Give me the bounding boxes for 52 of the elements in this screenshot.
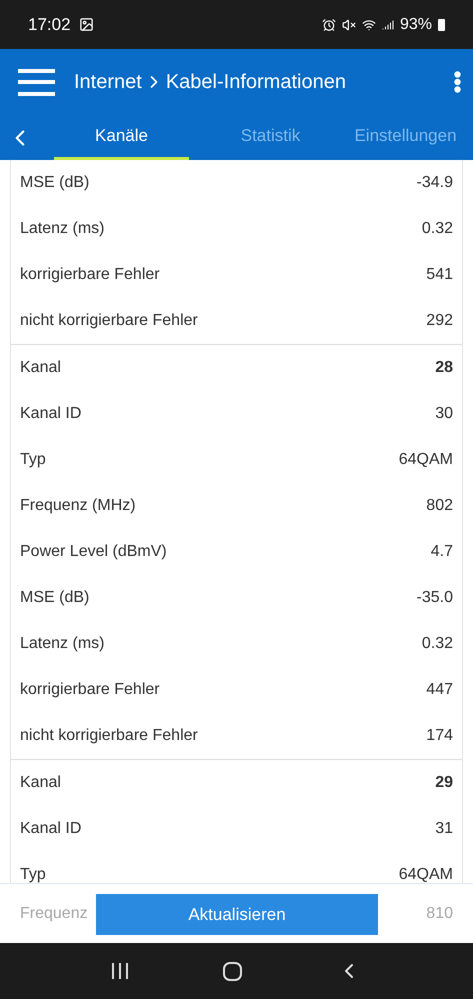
page-title: Kabel-Informationen	[166, 70, 346, 95]
row-label: nicht korrigierbare Fehler	[20, 311, 198, 331]
row-label: Latenz (ms)	[20, 634, 104, 654]
menu-button[interactable]	[18, 68, 55, 96]
row-value: 30	[435, 404, 453, 424]
battery-level: 93%	[400, 14, 432, 34]
clock: 17:02	[28, 14, 71, 36]
battery-icon	[438, 18, 445, 30]
row-label: MSE (dB)	[20, 588, 90, 608]
row-value: 541	[426, 265, 453, 285]
image-icon	[78, 17, 94, 32]
refresh-button[interactable]: Aktualisieren	[96, 894, 378, 935]
tab[interactable]: Einstellungen	[338, 115, 473, 160]
row-value: -34.9	[416, 173, 453, 193]
row-value: 447	[426, 680, 453, 700]
row-value: 292	[426, 311, 453, 331]
alarm-icon	[322, 18, 336, 32]
row-label: Kanal	[20, 358, 61, 378]
row-label: Kanal	[20, 773, 61, 793]
row-label: MSE (dB)	[20, 173, 90, 193]
row-label: nicht korrigierbare Fehler	[20, 726, 198, 746]
more-button[interactable]	[454, 71, 461, 93]
recents-button[interactable]	[112, 963, 128, 979]
mute-icon	[342, 18, 356, 32]
tab[interactable]: Kanäle	[54, 115, 189, 160]
row-label: Power Level (dBmV)	[20, 542, 167, 562]
home-button[interactable]	[222, 962, 242, 980]
more-icon	[454, 71, 461, 93]
row-value: 29	[435, 773, 453, 793]
row-value: 31	[435, 819, 453, 839]
row-value: 0.32	[422, 219, 453, 239]
row-value: 174	[426, 726, 453, 746]
row-value: 64QAM	[398, 450, 453, 470]
row-value: 64QAM	[398, 865, 453, 883]
row-label: Frequenz (MHz)	[20, 496, 136, 516]
row-label: Typ	[20, 865, 46, 883]
row-label: Frequenz	[20, 904, 88, 924]
row-value: 802	[426, 496, 453, 516]
row-label: Kanal ID	[20, 819, 82, 839]
row-label: Kanal ID	[20, 404, 82, 424]
row-label: Typ	[20, 450, 46, 470]
row-label: Latenz (ms)	[20, 219, 104, 239]
tab[interactable]: Statistik	[203, 115, 338, 160]
row-value: -35.0	[416, 588, 453, 608]
wifi-icon	[362, 18, 376, 32]
row-value: 4.7	[430, 542, 453, 562]
breadcrumb-parent[interactable]: Internet	[74, 67, 142, 97]
row-value: 28	[435, 358, 453, 378]
row-label: korrigierbare Fehler	[20, 265, 160, 285]
row-value: 0.32	[422, 634, 453, 654]
row-label: korrigierbare Fehler	[20, 680, 160, 700]
row-value: 810	[426, 904, 453, 924]
